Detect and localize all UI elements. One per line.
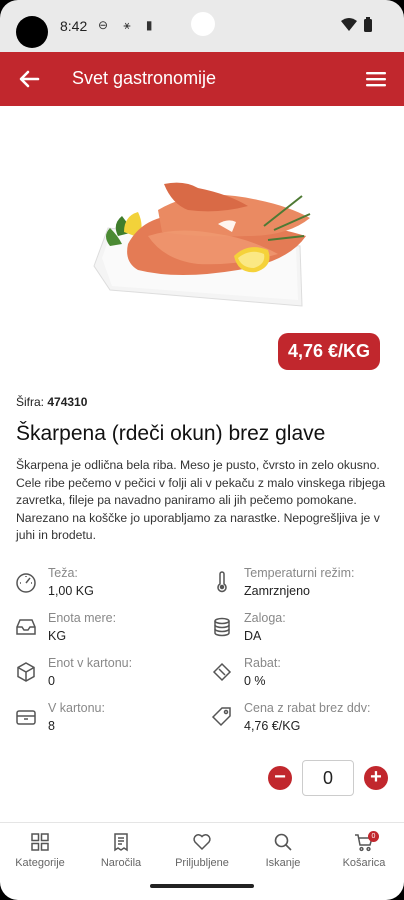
spec-value: KG	[48, 629, 67, 643]
page-title: Svet gastronomije	[72, 68, 217, 88]
spec-value: 0 %	[244, 674, 266, 688]
carton-icon	[14, 705, 38, 729]
grid-icon	[29, 831, 51, 853]
product-detail: 4,76 €/KG Šifra: 474310 Škarpena (rdeči …	[0, 106, 404, 822]
sku-label: Šifra:	[16, 395, 45, 409]
spec-value: 1,00 KG	[48, 584, 94, 598]
quantity-stepper: − 0 +	[268, 760, 388, 796]
product-title: Škarpena (rdeči okun) brez glave	[16, 422, 326, 445]
status-bar: 8:42 ⊖ ⚹ ▮	[0, 0, 404, 52]
status-time: 8:42	[60, 18, 88, 34]
gesture-bar	[0, 878, 404, 900]
gauge-icon	[14, 570, 38, 594]
sku: Šifra: 474310	[16, 395, 87, 409]
heart-icon	[191, 831, 213, 853]
spec-temperature: Temperaturni režim: Zamrznjeno	[210, 566, 400, 606]
nav-label: Iskanje	[265, 857, 301, 869]
status-notification-icons: ⊖ ⚹ ▮	[98, 18, 159, 32]
nav-search[interactable]: Iskanje	[243, 831, 323, 869]
nav-label: Priljubljene	[175, 857, 229, 869]
spec-value: DA	[244, 629, 262, 643]
spec-label: Enot v kartonu:	[48, 656, 133, 670]
tag-icon	[210, 705, 234, 729]
bottom-navigation: Kategorije Naročila Priljubljene Iskanje	[0, 822, 404, 878]
price-badge: 4,76 €/KG	[277, 333, 380, 370]
home-indicator[interactable]	[150, 884, 254, 888]
cart-count-badge: 0	[368, 831, 379, 842]
spec-unit: Enota mere: KG	[14, 611, 204, 651]
search-icon	[272, 831, 294, 853]
increase-quantity-button[interactable]: +	[364, 766, 388, 790]
spec-label: V kartonu:	[48, 701, 105, 715]
spec-label: Enota mere:	[48, 611, 117, 625]
nav-orders[interactable]: Naročila	[81, 831, 161, 869]
product-image	[88, 166, 318, 316]
back-arrow-icon[interactable]	[14, 64, 44, 94]
nav-label: Naročila	[100, 857, 142, 869]
app-bar: Svet gastronomije	[0, 52, 404, 106]
spec-in-carton: V kartonu: 8	[14, 701, 204, 741]
wifi-battery-icon	[340, 17, 378, 36]
spec-value: 8	[48, 719, 55, 733]
spec-label: Teža:	[48, 566, 78, 580]
spec-stock: Zaloga: DA	[210, 611, 400, 651]
coins-icon	[210, 615, 234, 639]
front-camera-icon	[191, 12, 215, 36]
sku-value: 474310	[47, 395, 88, 409]
spec-value: 0	[48, 674, 55, 688]
decrease-quantity-button[interactable]: −	[268, 766, 292, 790]
nav-label: Košarica	[342, 857, 386, 869]
spec-label: Temperaturni režim:	[244, 566, 355, 580]
product-description: Škarpena je odlična bela riba. Meso je p…	[16, 458, 386, 542]
hamburger-menu-icon[interactable]	[362, 65, 390, 93]
receipt-icon	[110, 831, 132, 853]
ticket-icon	[210, 660, 234, 684]
spec-value: Zamrznjeno	[244, 584, 310, 598]
nav-categories[interactable]: Kategorije	[0, 831, 80, 869]
nav-favorites[interactable]: Priljubljene	[162, 831, 242, 869]
tray-icon	[14, 615, 38, 639]
spec-value: 4,76 €/KG	[244, 719, 301, 733]
quantity-input[interactable]: 0	[302, 760, 354, 796]
nav-cart[interactable]: 0 Košarica	[324, 831, 404, 869]
camera-dot	[16, 16, 48, 48]
spec-label: Cena z rabat brez ddv:	[244, 701, 371, 715]
spec-weight: Teža: 1,00 KG	[14, 566, 204, 606]
box-icon	[14, 660, 38, 684]
spec-label: Zaloga:	[244, 611, 286, 625]
thermometer-icon	[210, 570, 234, 594]
spec-net-price: Cena z rabat brez ddv: 4,76 €/KG	[210, 701, 400, 741]
spec-label: Rabat:	[244, 656, 281, 670]
nav-label: Kategorije	[15, 857, 65, 869]
spec-units-per-carton: Enot v kartonu: 0	[14, 656, 204, 696]
spec-discount: Rabat: 0 %	[210, 656, 400, 696]
